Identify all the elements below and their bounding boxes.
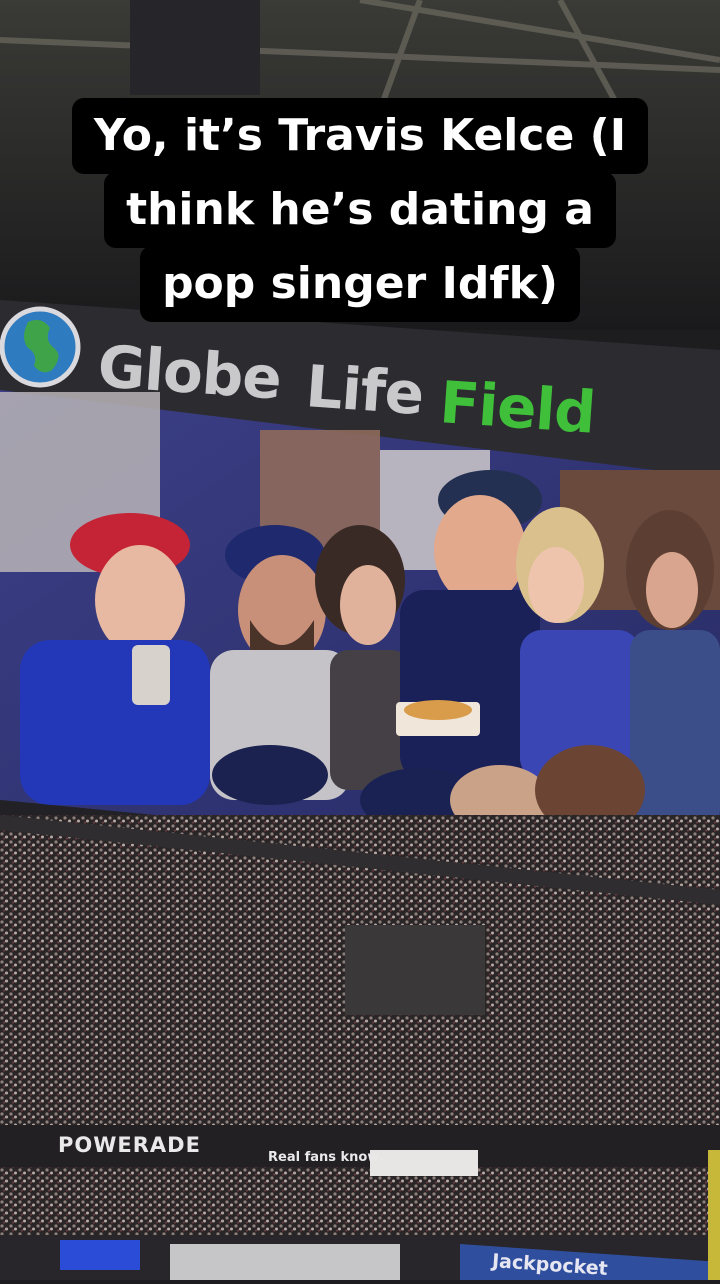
real-fans-ad: Real fans know. [268, 1150, 384, 1165]
powerade-ad: POWERADE [58, 1133, 201, 1157]
caption-line-2: think he’s dating a [104, 172, 616, 248]
drink-cup [132, 645, 170, 705]
blue-light-panel [60, 1240, 140, 1270]
signage-life: Life [303, 352, 426, 429]
caption-line-3: pop singer Idfk) [140, 246, 580, 322]
newspaper-ad [370, 1150, 478, 1176]
signage-globe: Globe [95, 332, 284, 413]
press-box [345, 925, 485, 1015]
story-caption: Yo, it’s Travis Kelce (I think he’s dati… [0, 98, 720, 322]
signage-field: Field [437, 368, 598, 447]
caption-line-1: Yo, it’s Travis Kelce (I [71, 98, 649, 174]
roof-light-housing [130, 0, 260, 95]
